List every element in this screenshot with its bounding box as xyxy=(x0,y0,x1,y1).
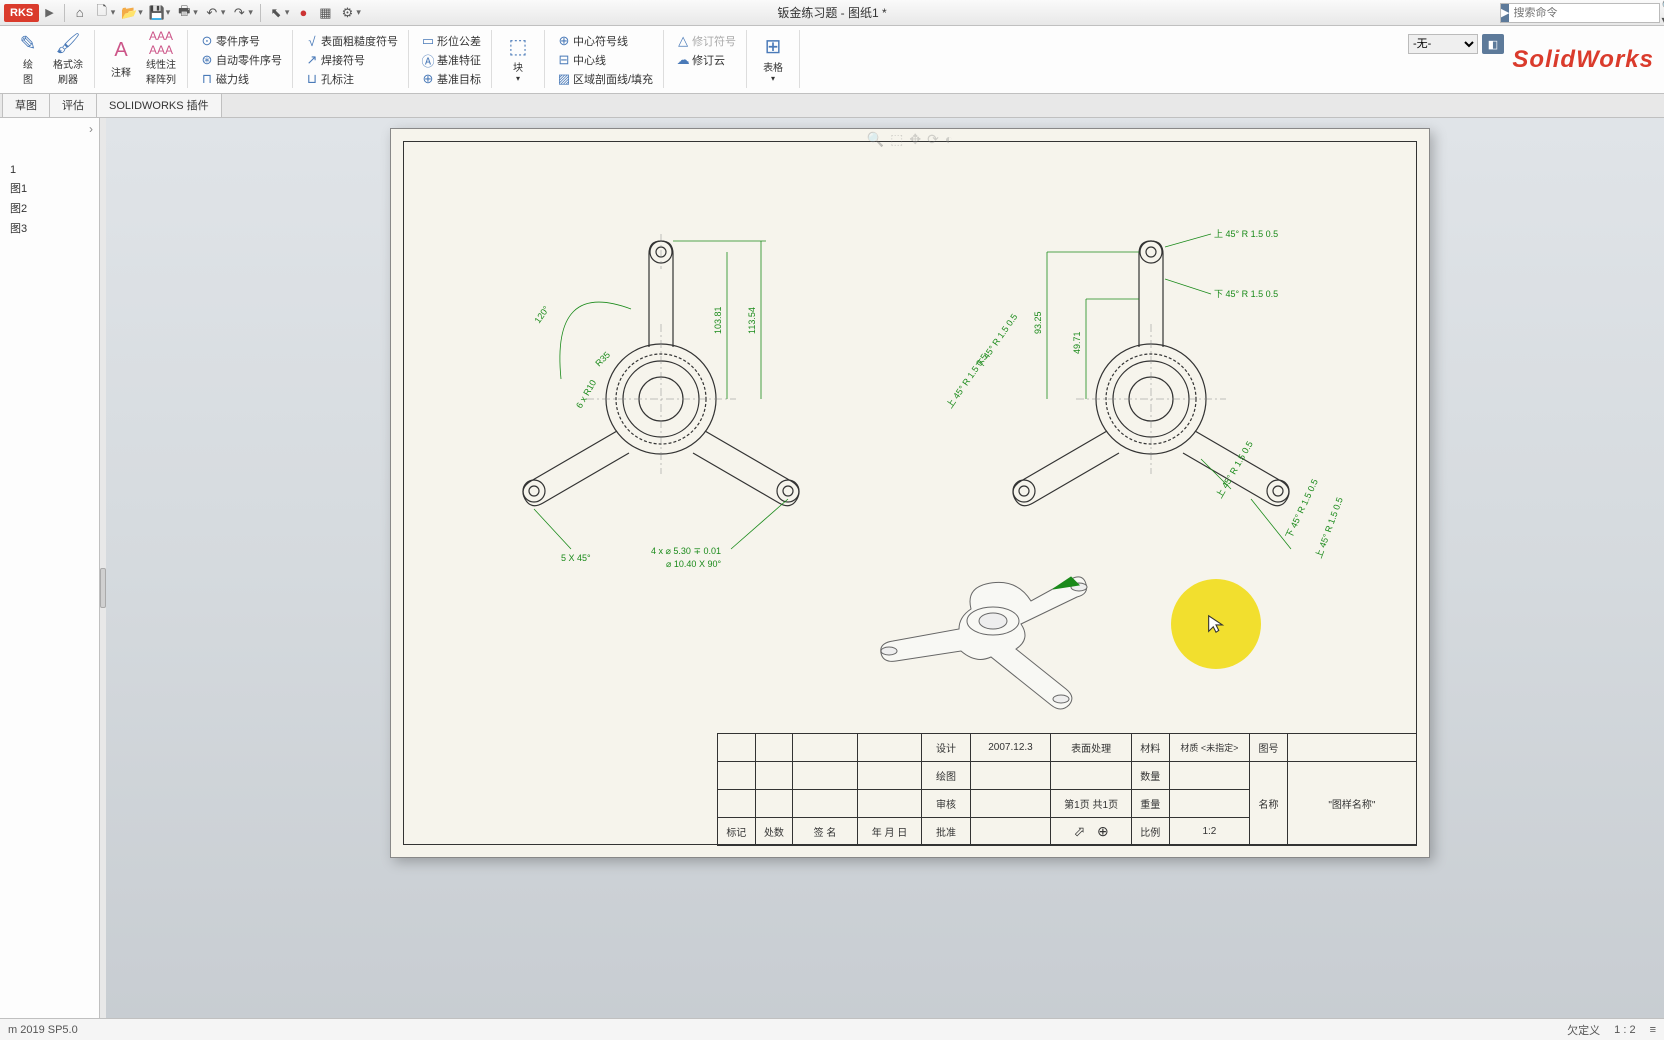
tree-item[interactable]: 图3 xyxy=(4,218,95,238)
svg-text:上 45° R 1.5 0.5: 上 45° R 1.5 0.5 xyxy=(944,352,989,410)
format-painter-button[interactable]: 🖌格式涂 刷器 xyxy=(48,30,88,86)
app-logo: RKS xyxy=(4,4,39,22)
tree-item[interactable]: 图2 xyxy=(4,198,95,218)
tab-addins[interactable]: SOLIDWORKS 插件 xyxy=(96,92,222,117)
center-mark-button[interactable]: ⊕中心符号线 xyxy=(555,32,653,50)
auto-balloon-button[interactable]: ⊛自动零件序号 xyxy=(198,51,282,69)
svg-text:6 x R10: 6 x R10 xyxy=(574,378,598,410)
svg-text:113.54: 113.54 xyxy=(747,307,757,334)
section-icon: ◐ xyxy=(945,131,953,148)
linear-pattern-button[interactable]: AAAAAA线性注 释阵列 xyxy=(141,30,181,86)
cursor-highlight xyxy=(1171,579,1261,669)
zoom-area-icon: ⬚ xyxy=(890,131,903,148)
svg-text:上 45° R 1.5 0.5: 上 45° R 1.5 0.5 xyxy=(1313,496,1344,560)
status-bar: m 2019 SP5.0 欠定义 1 : 2 ≡ xyxy=(0,1018,1664,1040)
block-button[interactable]: ⬚块▾ xyxy=(498,30,538,86)
svg-text:下 45° R 1.5 0.5: 下 45° R 1.5 0.5 xyxy=(1214,289,1278,299)
main-area: › 1 图1 图2 图3 🔍 ⬚ ✥ ⟳ ◐ xyxy=(0,118,1664,1018)
home-icon[interactable]: ⌂ xyxy=(71,4,89,22)
svg-text:R35: R35 xyxy=(593,350,612,369)
settings-icon[interactable]: ⚙ xyxy=(338,4,356,22)
annotation-button[interactable]: A注释 xyxy=(101,30,141,86)
svg-text:下 45° R 1.5 0.5: 下 45° R 1.5 0.5 xyxy=(1284,477,1320,539)
revision-symbol-button[interactable]: △修订符号 xyxy=(674,32,736,50)
print-icon[interactable]: 🖶 xyxy=(175,4,193,22)
pan-icon: ✥ xyxy=(909,131,921,148)
view-toolbar[interactable]: 🔍 ⬚ ✥ ⟳ ◐ xyxy=(867,131,954,148)
drawing-view-3d[interactable] xyxy=(821,529,1141,729)
status-ratio: 1 : 2 xyxy=(1614,1024,1635,1036)
tree-item[interactable]: 图1 xyxy=(4,178,95,198)
table-button[interactable]: ⊞表格▾ xyxy=(753,30,793,86)
options-icon[interactable]: ▦ xyxy=(316,4,334,22)
search-prefix-icon: ▶ xyxy=(1501,4,1509,22)
drawing-sheet: 🔍 ⬚ ✥ ⟳ ◐ xyxy=(390,128,1430,858)
redo-icon[interactable]: ↷ xyxy=(230,4,248,22)
tab-sketch[interactable]: 草图 xyxy=(2,92,50,117)
collapse-icon[interactable]: › xyxy=(89,122,93,136)
layer-selector[interactable]: -无- ◧ xyxy=(1408,34,1504,54)
top-toolbar: RKS ▶ ⌂ 🗋▾ 📂▾ 💾▾ 🖶▾ ↶▾ ↷▾ ⬉▾ ● ▦ ⚙▾ 钣金练习… xyxy=(0,0,1664,26)
svg-text:49.71: 49.71 xyxy=(1072,331,1082,354)
svg-text:上 45° R 1.5 0.5: 上 45° R 1.5 0.5 xyxy=(1214,229,1278,239)
svg-text:5 X 45°: 5 X 45° xyxy=(561,553,591,563)
surface-finish-button[interactable]: √表面粗糙度符号 xyxy=(303,32,398,50)
undo-icon[interactable]: ↶ xyxy=(203,4,221,22)
drawing-canvas[interactable]: 🔍 ⬚ ✥ ⟳ ◐ xyxy=(106,118,1664,1018)
open-icon[interactable]: 📂 xyxy=(120,4,138,22)
revision-cloud-button[interactable]: ☁修订云 xyxy=(674,51,736,69)
rebuild-icon[interactable]: ● xyxy=(294,4,312,22)
svg-text:4 x ⌀ 5.30 ∓ 0.01: 4 x ⌀ 5.30 ∓ 0.01 xyxy=(651,546,721,556)
magnetic-line-button[interactable]: ⊓磁力线 xyxy=(198,70,282,88)
balloon-button[interactable]: ⊙零件序号 xyxy=(198,32,282,50)
weld-symbol-button[interactable]: ↗焊接符号 xyxy=(303,51,398,69)
area-hatch-button[interactable]: ▨区域剖面线/填充 xyxy=(555,70,653,88)
drawing-view-1[interactable]: 120° R35 6 x R10 103.81 113.54 5 X 45° 4… xyxy=(431,179,871,599)
tree-item[interactable]: 1 xyxy=(4,162,95,178)
new-icon[interactable]: 🗋 xyxy=(93,4,111,22)
geometric-tolerance-button[interactable]: ▭形位公差 xyxy=(419,32,481,50)
brand-watermark: SolidWorks xyxy=(1512,46,1654,74)
status-menu-icon[interactable]: ≡ xyxy=(1650,1024,1656,1036)
centerline-button[interactable]: ⊟中心线 xyxy=(555,51,653,69)
save-icon[interactable]: 💾 xyxy=(148,4,166,22)
status-defined: 欠定义 xyxy=(1567,1022,1600,1038)
draw-button[interactable]: ✎绘 图 xyxy=(8,30,48,86)
layer-button[interactable]: ◧ xyxy=(1482,34,1504,54)
svg-text:103.81: 103.81 xyxy=(713,306,723,334)
hole-callout-button[interactable]: ⊔孔标注 xyxy=(303,70,398,88)
svg-text:93.25: 93.25 xyxy=(1033,311,1043,334)
title-block: 设计 2007.12.3 表面处理 材料 材质 <未指定> 图号 绘图 数量 名… xyxy=(717,733,1417,845)
datum-target-button[interactable]: ⊕基准目标 xyxy=(419,70,481,88)
status-version: m 2019 SP5.0 xyxy=(8,1024,78,1036)
search-input[interactable] xyxy=(1509,7,1659,19)
datum-feature-button[interactable]: Ⓐ基准特征 xyxy=(419,51,481,69)
svg-text:⌀ 10.40 X 90°: ⌀ 10.40 X 90° xyxy=(666,559,721,569)
zoom-fit-icon: 🔍 xyxy=(867,131,884,148)
rotate-icon: ⟳ xyxy=(927,131,939,148)
svg-text:120°: 120° xyxy=(532,304,551,325)
document-title: 钣金练习题 - 图纸1 * xyxy=(777,4,886,21)
feature-tree-panel: › 1 图1 图2 图3 xyxy=(0,118,100,1018)
select-icon[interactable]: ⬉ xyxy=(267,4,285,22)
ribbon: ✎绘 图 🖌格式涂 刷器 A注释 AAAAAA线性注 释阵列 ⊙零件序号 ⊛自动… xyxy=(0,26,1664,94)
search-box[interactable]: ▶ 🔍▾ xyxy=(1500,3,1660,23)
layer-dropdown[interactable]: -无- xyxy=(1408,34,1478,54)
tab-evaluate[interactable]: 评估 xyxy=(49,92,97,117)
ribbon-tabs: 草图 评估 SOLIDWORKS 插件 xyxy=(0,94,1664,118)
